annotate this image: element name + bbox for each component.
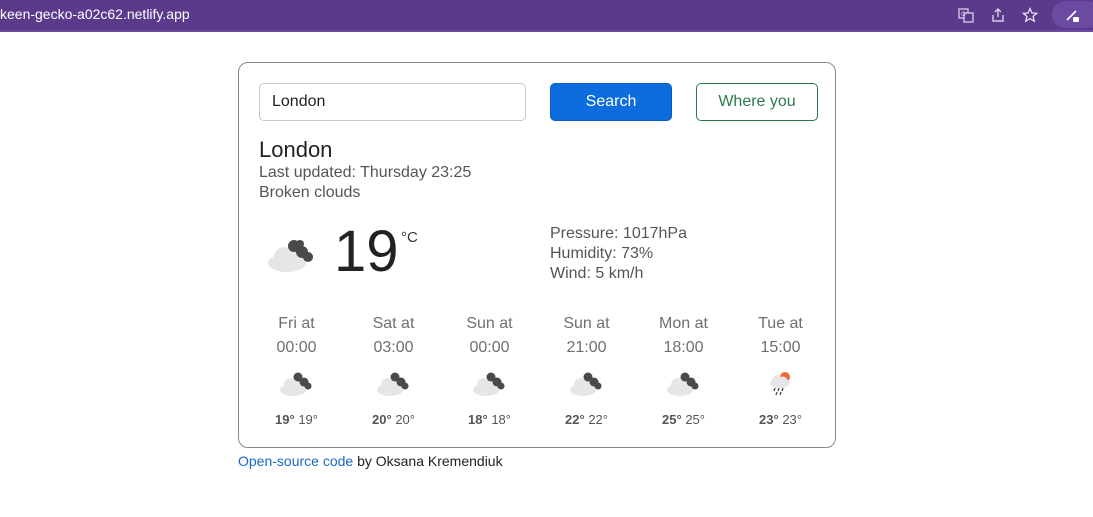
- forecast-max: 23°: [759, 412, 779, 427]
- city-search-input[interactable]: [259, 83, 526, 121]
- forecast-time: 03:00: [373, 339, 414, 356]
- address-bar-url[interactable]: keen-gecko-a02c62.netlify.app: [0, 6, 190, 22]
- forecast-day: Tue at: [758, 315, 803, 332]
- humidity-value: Humidity: 73%: [550, 245, 654, 262]
- forecast-min: 25°: [685, 412, 705, 427]
- forecast-day: Sat at: [372, 315, 415, 332]
- search-button[interactable]: Search: [550, 83, 672, 121]
- forecast-min: 19°: [298, 412, 318, 427]
- forecast-time: 15:00: [760, 339, 801, 356]
- forecast-item: Mon at 18:00 25° 25°: [635, 313, 732, 427]
- broken-clouds-icon: [279, 372, 311, 396]
- forecast-max: 19°: [275, 412, 295, 427]
- forecast-item: Sun at 21:00 22° 22°: [538, 313, 635, 427]
- pressure-value: Pressure: 1017hPa: [550, 225, 687, 242]
- weather-description: Broken clouds: [259, 184, 361, 201]
- forecast-item: Fri at 00:00 19° 19°: [248, 313, 345, 427]
- source-code-link[interactable]: Open-source code: [238, 453, 353, 469]
- forecast-temps: 18° 18°: [441, 412, 538, 427]
- current-temperature: 19: [334, 219, 399, 284]
- broken-clouds-icon: [268, 240, 313, 272]
- forecast-item: Sat at 03:00 20° 20°: [345, 313, 442, 427]
- share-icon[interactable]: [987, 4, 1009, 26]
- forecast-min: 20°: [395, 412, 415, 427]
- temperature-unit: °C: [401, 229, 418, 246]
- forecast-max: 25°: [662, 412, 682, 427]
- extension-pen-icon[interactable]: [1061, 4, 1083, 26]
- forecast-day: Sun at: [563, 315, 610, 332]
- broken-clouds-icon: [666, 372, 698, 396]
- forecast-max: 20°: [372, 412, 392, 427]
- forecast-row: Fri at 00:00 19° 19° Sat at 03:00 20° 20…: [239, 313, 837, 433]
- forecast-time: 21:00: [566, 339, 607, 356]
- city-name: London: [259, 137, 333, 162]
- broken-clouds-icon: [472, 372, 504, 396]
- forecast-item: Sun at 00:00 18° 18°: [441, 313, 538, 427]
- translate-icon[interactable]: G: [955, 4, 977, 26]
- current-location-button[interactable]: Where you: [696, 83, 818, 121]
- broken-clouds-icon: [376, 372, 408, 396]
- forecast-temps: 25° 25°: [635, 412, 732, 427]
- forecast-temps: 22° 22°: [538, 412, 635, 427]
- forecast-max: 18°: [468, 412, 488, 427]
- footer: Open-source code by Oksana Kremendiuk: [238, 453, 503, 469]
- forecast-day: Sun at: [466, 315, 513, 332]
- star-icon[interactable]: [1019, 4, 1041, 26]
- author-text: by Oksana Kremendiuk: [357, 453, 503, 469]
- last-updated-text: Last updated: Thursday 23:25: [259, 164, 472, 181]
- sun-rain-icon: [769, 372, 790, 396]
- forecast-time: 00:00: [276, 339, 317, 356]
- forecast-min: 23°: [782, 412, 802, 427]
- forecast-temps: 19° 19°: [248, 412, 345, 427]
- forecast-day: Mon at: [659, 315, 708, 332]
- weather-stats: Pressure: 1017hPa Humidity: 73% Wind: 5 …: [550, 224, 687, 284]
- forecast-min: 18°: [491, 412, 511, 427]
- weather-card: Search Where you London Last updated: Th…: [238, 62, 836, 448]
- forecast-time: 00:00: [469, 339, 510, 356]
- forecast-time: 18:00: [663, 339, 704, 356]
- forecast-temps: 23° 23°: [732, 412, 829, 427]
- browser-toolbar: keen-gecko-a02c62.netlify.app G: [0, 0, 1093, 32]
- forecast-max: 22°: [565, 412, 585, 427]
- forecast-temps: 20° 20°: [345, 412, 442, 427]
- forecast-item: Tue at 15:00 23° 23°: [732, 313, 829, 427]
- forecast-min: 22°: [588, 412, 608, 427]
- wind-value: Wind: 5 km/h: [550, 265, 644, 282]
- forecast-day: Fri at: [278, 315, 315, 332]
- broken-clouds-icon: [569, 372, 601, 396]
- svg-text:G: G: [961, 11, 966, 18]
